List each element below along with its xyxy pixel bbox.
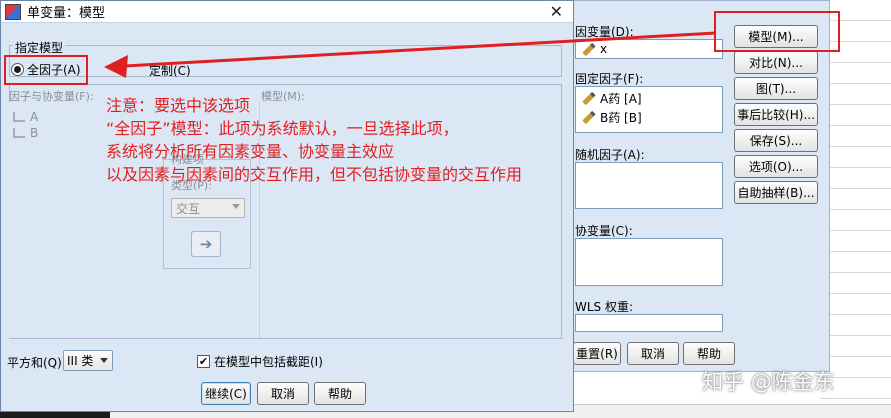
annotation-line: 系统将分析所有因素变量、协变量主效应 — [106, 142, 395, 161]
annotation-arrow — [104, 31, 717, 78]
annotation-line: “全因子”模型：此项为系统默认，一旦选择此项， — [106, 119, 459, 138]
annotation-line: 注意：要选中该选项 — [106, 96, 251, 115]
annotation-text: 注意：要选中该选项 “全因子”模型：此项为系统默认，一旦选择此项， 系统将分析所… — [106, 94, 522, 186]
annotation-line: 以及因素与因素间的交互作用，但不包括协变量的交互作用 — [106, 165, 523, 184]
watermark: 知乎 @陈金东 — [702, 370, 835, 394]
